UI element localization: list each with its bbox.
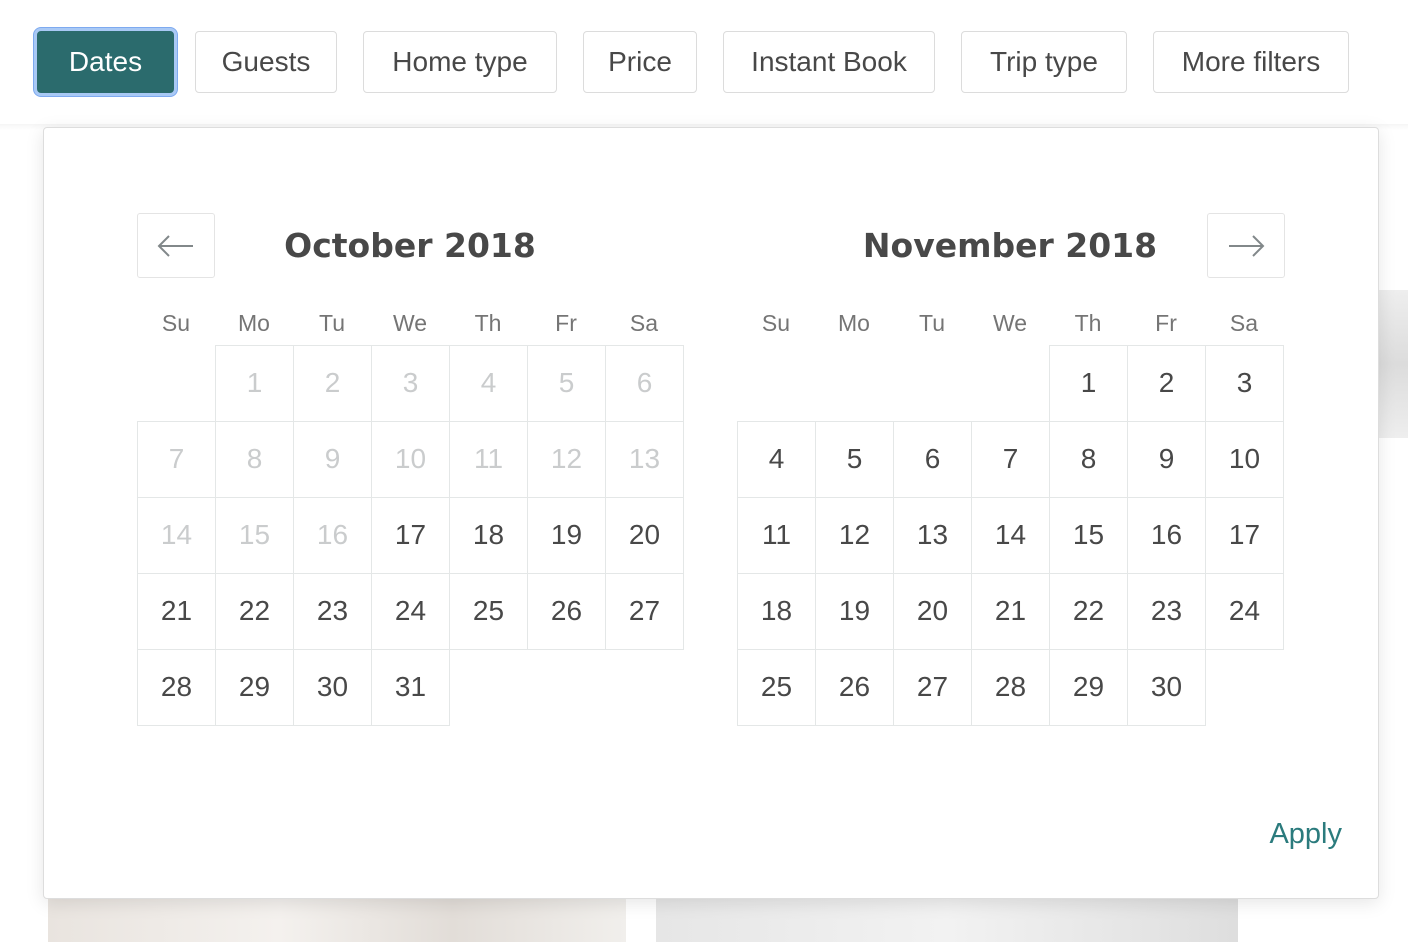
calendar-day[interactable]: 2 [1127,345,1206,422]
calendar-day[interactable]: 22 [1049,573,1128,650]
month-title-november: November 2018 [862,226,1158,265]
calendar-day: 5 [527,345,606,422]
apply-button[interactable]: Apply [1252,814,1342,854]
weekday-header: Tu [319,310,345,336]
calendar-day[interactable]: 23 [293,573,372,650]
calendar-day[interactable]: 22 [215,573,294,650]
calendar-day[interactable]: 28 [971,649,1050,726]
calendar-day: 10 [371,421,450,498]
calendar-day[interactable]: 21 [137,573,216,650]
calendar-day: 12 [527,421,606,498]
calendar-day: 1 [215,345,294,422]
calendar-day[interactable]: 19 [527,497,606,574]
calendar-day[interactable]: 10 [1205,421,1284,498]
weekday-header: Sa [629,310,659,336]
listing-photo-edge [1378,290,1408,438]
calendar-day[interactable]: 13 [893,497,972,574]
calendar-day[interactable]: 1 [1049,345,1128,422]
calendar-day[interactable]: 27 [605,573,684,650]
calendar-day[interactable]: 19 [815,573,894,650]
calendar-day: 2 [293,345,372,422]
date-picker-popover: October 2018 November 2018 Su Mo Tu We Th Fr S… [43,127,1379,899]
calendar-day[interactable]: 18 [449,497,528,574]
calendar-day[interactable]: 28 [137,649,216,726]
calendar-day[interactable]: 27 [893,649,972,726]
listing-photo[interactable] [656,898,1238,942]
weekday-header: Sa [1229,310,1259,336]
weekday-header: We [392,310,428,336]
trip-type-filter-button[interactable]: Trip type [961,31,1127,93]
calendar-day[interactable]: 29 [1049,649,1128,726]
calendar-day[interactable]: 6 [893,421,972,498]
weekday-header: Tu [919,310,945,336]
dates-filter-button[interactable]: Dates [37,31,174,93]
calendar-day[interactable]: 29 [215,649,294,726]
search-results-page: Dates Guests Home type Price Instant Boo… [0,0,1408,942]
price-filter-button[interactable]: Price [583,31,697,93]
weekday-header: Fr [1155,310,1177,336]
calendar-day[interactable]: 15 [1049,497,1128,574]
calendar-day: 3 [371,345,450,422]
calendar-day[interactable]: 24 [1205,573,1284,650]
weekday-header: Su [161,310,191,336]
calendar-day[interactable]: 23 [1127,573,1206,650]
calendar-day[interactable]: 3 [1205,345,1284,422]
weekday-header: Fr [555,310,577,336]
calendar-day[interactable]: 30 [1127,649,1206,726]
calendar-day[interactable]: 12 [815,497,894,574]
weekday-header: Mo [238,310,270,336]
calendar-day[interactable]: 7 [971,421,1050,498]
calendar-day[interactable]: 25 [449,573,528,650]
calendar-day: 6 [605,345,684,422]
calendar-day[interactable]: 5 [815,421,894,498]
calendar-day: 8 [215,421,294,498]
calendar-day[interactable]: 24 [371,573,450,650]
listing-photo[interactable] [48,898,626,942]
filter-bar: Dates Guests Home type Price Instant Boo… [0,0,1408,126]
calendar-day[interactable]: 20 [605,497,684,574]
weekday-header: Mo [838,310,870,336]
calendar-day[interactable]: 9 [1127,421,1206,498]
calendar-day: 13 [605,421,684,498]
calendar-day: 16 [293,497,372,574]
weekday-header: We [992,310,1028,336]
calendar-day[interactable]: 8 [1049,421,1128,498]
calendar-day: 7 [137,421,216,498]
month-title-october: October 2018 [284,226,536,265]
calendar-day[interactable]: 25 [737,649,816,726]
calendar-day[interactable]: 17 [371,497,450,574]
guests-filter-button[interactable]: Guests [195,31,337,93]
calendar-day[interactable]: 26 [527,573,606,650]
calendar-day[interactable]: 31 [371,649,450,726]
calendar-day[interactable]: 17 [1205,497,1284,574]
calendar-day: 14 [137,497,216,574]
more-filters-button[interactable]: More filters [1153,31,1349,93]
calendar-day[interactable]: 20 [893,573,972,650]
calendar-day: 4 [449,345,528,422]
calendar-day[interactable]: 14 [971,497,1050,574]
calendar-day: 15 [215,497,294,574]
weekday-header: Th [1074,310,1102,336]
calendar-day[interactable]: 11 [737,497,816,574]
calendar-day[interactable]: 4 [737,421,816,498]
calendar-day[interactable]: 26 [815,649,894,726]
instant-book-filter-button[interactable]: Instant Book [723,31,935,93]
weekday-header: Th [474,310,502,336]
calendar-day: 9 [293,421,372,498]
calendar-day[interactable]: 21 [971,573,1050,650]
calendar-day: 11 [449,421,528,498]
weekday-header: Su [761,310,791,336]
home-type-filter-button[interactable]: Home type [363,31,557,93]
calendar-day[interactable]: 16 [1127,497,1206,574]
calendar-day[interactable]: 30 [293,649,372,726]
calendar-day[interactable]: 18 [737,573,816,650]
